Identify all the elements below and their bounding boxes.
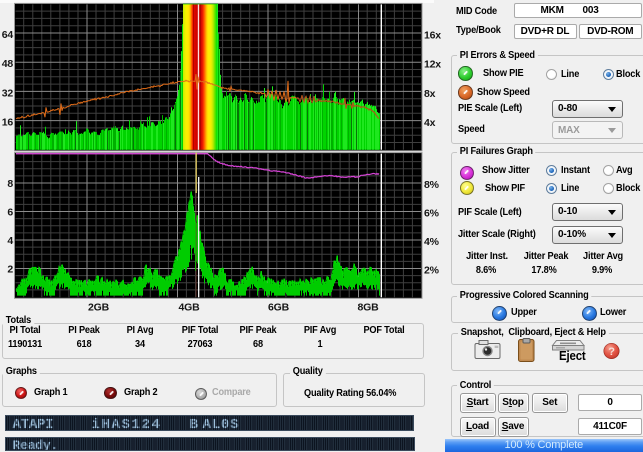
svg-text:4x: 4x bbox=[424, 117, 436, 129]
svg-text:8GB: 8GB bbox=[358, 302, 380, 314]
svg-text:2GB: 2GB bbox=[88, 302, 110, 314]
svg-text:4GB: 4GB bbox=[179, 302, 201, 314]
svg-text:4: 4 bbox=[7, 235, 13, 247]
svg-text:2: 2 bbox=[7, 264, 13, 276]
svg-text:64: 64 bbox=[2, 29, 14, 41]
svg-text:2%: 2% bbox=[424, 265, 440, 277]
svg-text:16x: 16x bbox=[424, 30, 441, 42]
svg-text:6%: 6% bbox=[424, 208, 440, 220]
svg-text:6GB: 6GB bbox=[268, 302, 290, 314]
svg-text:16: 16 bbox=[2, 117, 14, 129]
svg-text:8x: 8x bbox=[424, 88, 436, 100]
svg-text:8: 8 bbox=[7, 178, 13, 190]
svg-text:8%: 8% bbox=[424, 179, 440, 191]
svg-text:48: 48 bbox=[2, 58, 14, 70]
svg-text:?: ? bbox=[608, 346, 615, 358]
svg-text:32: 32 bbox=[2, 87, 14, 99]
svg-text:6: 6 bbox=[7, 207, 13, 219]
svg-text:12x: 12x bbox=[424, 59, 441, 71]
svg-text:4%: 4% bbox=[424, 236, 440, 248]
